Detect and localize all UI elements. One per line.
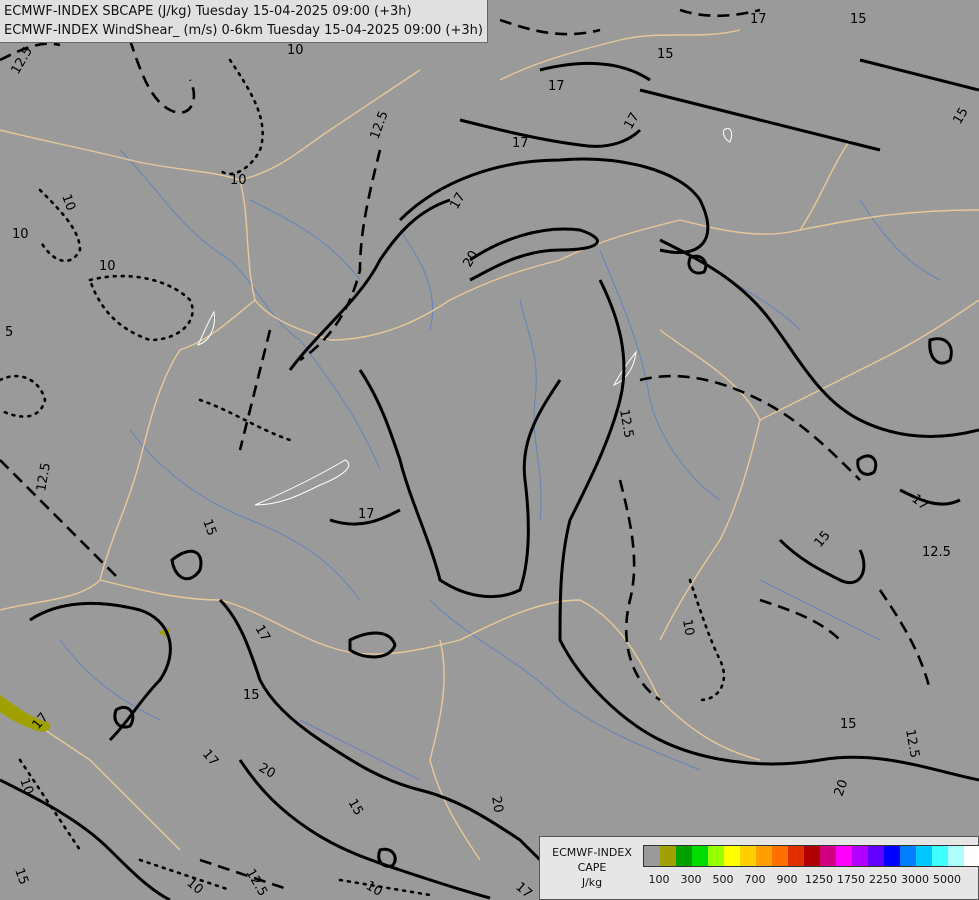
legend-caption-line: CAPE <box>577 861 607 874</box>
legend-tick-label: 900 <box>776 873 798 886</box>
contour-label: 15 <box>243 688 260 703</box>
legend-tick-label: 1750 <box>837 873 865 886</box>
legend-color-scale <box>643 845 979 867</box>
legend-tick-label: 2250 <box>869 873 897 886</box>
legend-swatch <box>964 846 979 866</box>
legend-swatch <box>788 846 804 866</box>
legend-tick-label: 5000 <box>933 873 961 886</box>
contour-label: 17 <box>512 136 529 151</box>
legend-swatch <box>820 846 836 866</box>
legend-swatch <box>660 846 676 866</box>
legend-swatch <box>916 846 932 866</box>
legend-tick-label: 500 <box>712 873 734 886</box>
legend-swatch <box>692 846 708 866</box>
legend-swatch <box>836 846 852 866</box>
legend-swatch <box>756 846 772 866</box>
legend-swatch <box>948 846 964 866</box>
contour-label: 10 <box>287 43 304 58</box>
contour-label: 17 <box>548 79 565 94</box>
legend-tick-label: 100 <box>648 873 670 886</box>
legend-swatch <box>676 846 692 866</box>
contour-label: 15 <box>657 47 674 62</box>
legend-caption-line: ECMWF-INDEX <box>552 846 632 859</box>
legend-swatch <box>932 846 948 866</box>
map-title-box: ECMWF-INDEX SBCAPE (J/kg) Tuesday 15-04-… <box>0 0 488 43</box>
contour-label: 10 <box>12 227 29 242</box>
contour-label: 15 <box>840 717 857 732</box>
legend-swatch <box>740 846 756 866</box>
legend-tick-labels: 100 300 500 700 900 1250 1750 2250 3000 5000 <box>643 873 973 889</box>
weather-map: 12.5 10 10 10 10 10 5 12.5 17 15 17 15 1… <box>0 0 979 900</box>
legend-caption-line: J/kg <box>581 876 603 889</box>
legend-swatch <box>804 846 820 866</box>
contour-label: 17 <box>750 12 767 27</box>
cape-legend: ECMWF-INDEX CAPE J/kg 100 300 500 700 900 125… <box>539 836 979 900</box>
title-line-cape: ECMWF-INDEX SBCAPE (J/kg) Tuesday 15-04-… <box>4 4 412 19</box>
legend-tick-label: 700 <box>744 873 766 886</box>
contour-label: 12.5 <box>922 545 951 560</box>
legend-swatch <box>644 846 660 866</box>
contour-label: 10 <box>230 173 247 188</box>
contour-label: 5 <box>5 325 13 340</box>
contour-label: 15 <box>850 12 867 27</box>
legend-swatch <box>852 846 868 866</box>
legend-tick-label: 1250 <box>805 873 833 886</box>
contour-label: 20 <box>488 795 506 814</box>
legend-swatch <box>772 846 788 866</box>
legend-swatch <box>724 846 740 866</box>
legend-caption: ECMWF-INDEX CAPE J/kg <box>544 845 640 890</box>
legend-swatch <box>900 846 916 866</box>
contour-label: 17 <box>358 507 375 522</box>
legend-tick-label: 300 <box>680 873 702 886</box>
legend-swatch <box>868 846 884 866</box>
legend-tick-label: 3000 <box>901 873 929 886</box>
legend-swatch <box>708 846 724 866</box>
legend-swatch <box>884 846 900 866</box>
title-line-windshear: ECMWF-INDEX WindShear_ (m/s) 0-6km Tuesd… <box>4 23 483 38</box>
contour-label: 10 <box>99 259 116 274</box>
contour-label: 10 <box>679 618 697 637</box>
